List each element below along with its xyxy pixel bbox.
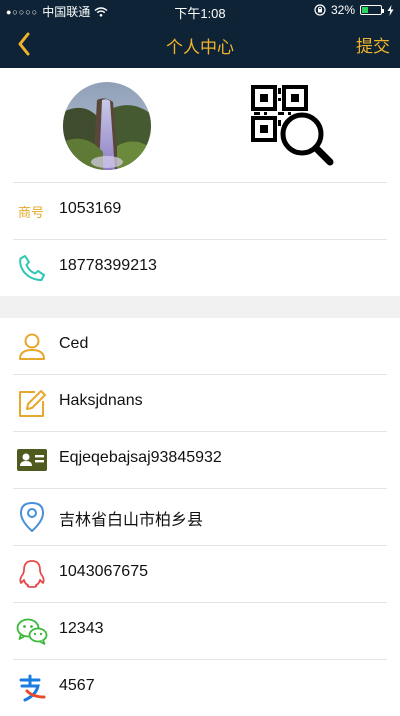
- user-icon: [16, 331, 48, 361]
- battery-icon: [360, 5, 384, 15]
- qr-search-icon: [251, 85, 334, 166]
- status-bar: ●○○○○ 中国联通 下午1:08 32%: [0, 0, 400, 21]
- app-header: ●○○○○ 中国联通 下午1:08 32% 个人中心 提交: [0, 0, 400, 68]
- avatar-waterfall-image: [63, 82, 151, 170]
- alipay-value: 4567: [59, 677, 95, 694]
- page-title: 个人中心: [166, 38, 234, 57]
- wechat-value: 12343: [59, 620, 104, 637]
- qq-value: 1043067675: [59, 563, 148, 580]
- phone-row[interactable]: 18778399213: [0, 240, 400, 296]
- orientation-lock-icon: [314, 4, 326, 16]
- nickname-row[interactable]: Haksjdnans: [0, 375, 400, 431]
- section-separator: [0, 296, 400, 318]
- id-card-row[interactable]: Eqjeqebajsaj93845932: [0, 432, 400, 488]
- edit-icon: [16, 388, 48, 418]
- address-row[interactable]: 吉林省白山市柏乡县: [0, 489, 400, 545]
- location-pin-icon: [16, 502, 48, 532]
- battery-tip: [382, 9, 384, 13]
- alipay-row[interactable]: 4567: [0, 660, 400, 716]
- battery-percent: 32%: [330, 3, 355, 17]
- nickname-value: Haksjdnans: [59, 392, 143, 409]
- nav-bar: 个人中心 提交: [0, 20, 400, 68]
- qq-row[interactable]: 1043067675: [0, 546, 400, 602]
- wechat-row[interactable]: 12343: [0, 603, 400, 659]
- merchant-number-row: 商号 1053169: [0, 183, 400, 239]
- alipay-icon: [16, 673, 48, 703]
- phone-value: 18778399213: [59, 257, 157, 274]
- name-row[interactable]: Ced: [0, 318, 400, 374]
- wechat-icon: [16, 616, 48, 646]
- avatar[interactable]: [63, 82, 151, 170]
- address-value: 吉林省白山市柏乡县: [59, 512, 204, 529]
- submit-button[interactable]: 提交: [356, 32, 390, 57]
- merchant-number: 1053169: [59, 200, 122, 217]
- id-card-value: Eqjeqebajsaj93845932: [59, 449, 222, 466]
- charging-icon: [387, 4, 394, 16]
- id-card-icon: [16, 445, 48, 475]
- phone-icon: [16, 253, 48, 283]
- battery-fill: [362, 7, 368, 13]
- merchant-label: 商号: [18, 205, 45, 220]
- qr-search-button[interactable]: [248, 82, 338, 168]
- qq-icon: [16, 559, 48, 589]
- name-value: Ced: [59, 335, 89, 352]
- status-right: 32%: [314, 3, 394, 17]
